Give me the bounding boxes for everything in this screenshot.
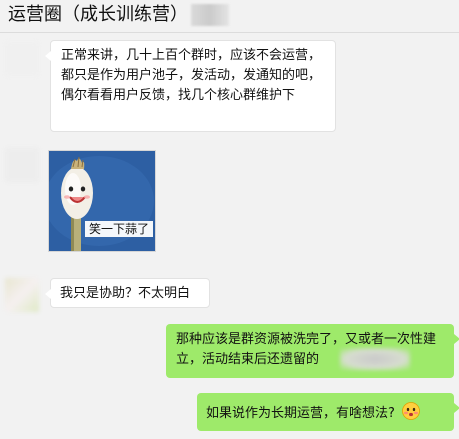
avatar[interactable] bbox=[5, 148, 39, 182]
message-bubble-sent[interactable]: 那种应该是群资源被洗完了，又或者一次性建立，活动结束后还遗留的 bbox=[166, 324, 459, 378]
message-text: 正常来讲，几十上百个群时，应该不会运营，都只是作为用户池子，发活动，发通知的吧，… bbox=[61, 48, 322, 103]
avatar[interactable] bbox=[5, 278, 39, 312]
blushing-face-emoji-icon bbox=[402, 402, 420, 427]
chat-title[interactable]: 运营圈（成长训练营） bbox=[8, 3, 188, 27]
blurred-group-name bbox=[191, 4, 229, 26]
chat-header: 运营圈（成长训练营） bbox=[0, 0, 459, 32]
message-bubble-received[interactable]: 我只是协助？不太明白 bbox=[45, 278, 210, 308]
sticker-image[interactable]: 笑一下蒜了 bbox=[48, 150, 156, 252]
message-text: 我只是协助？不太明白 bbox=[60, 286, 191, 301]
avatar[interactable] bbox=[5, 42, 39, 76]
sticker-caption: 笑一下蒜了 bbox=[85, 221, 154, 237]
message-bubble-received[interactable]: 正常来讲，几十上百个群时，应该不会运营，都只是作为用户池子，发活动，发通知的吧，… bbox=[45, 40, 336, 132]
message-bubble-sent[interactable]: 如果说作为长期运营，有啥想法? bbox=[197, 393, 459, 431]
header-divider bbox=[0, 32, 459, 33]
message-text: 如果说作为长期运营，有啥想法? bbox=[206, 406, 395, 421]
redacted-text-blur bbox=[340, 348, 410, 370]
